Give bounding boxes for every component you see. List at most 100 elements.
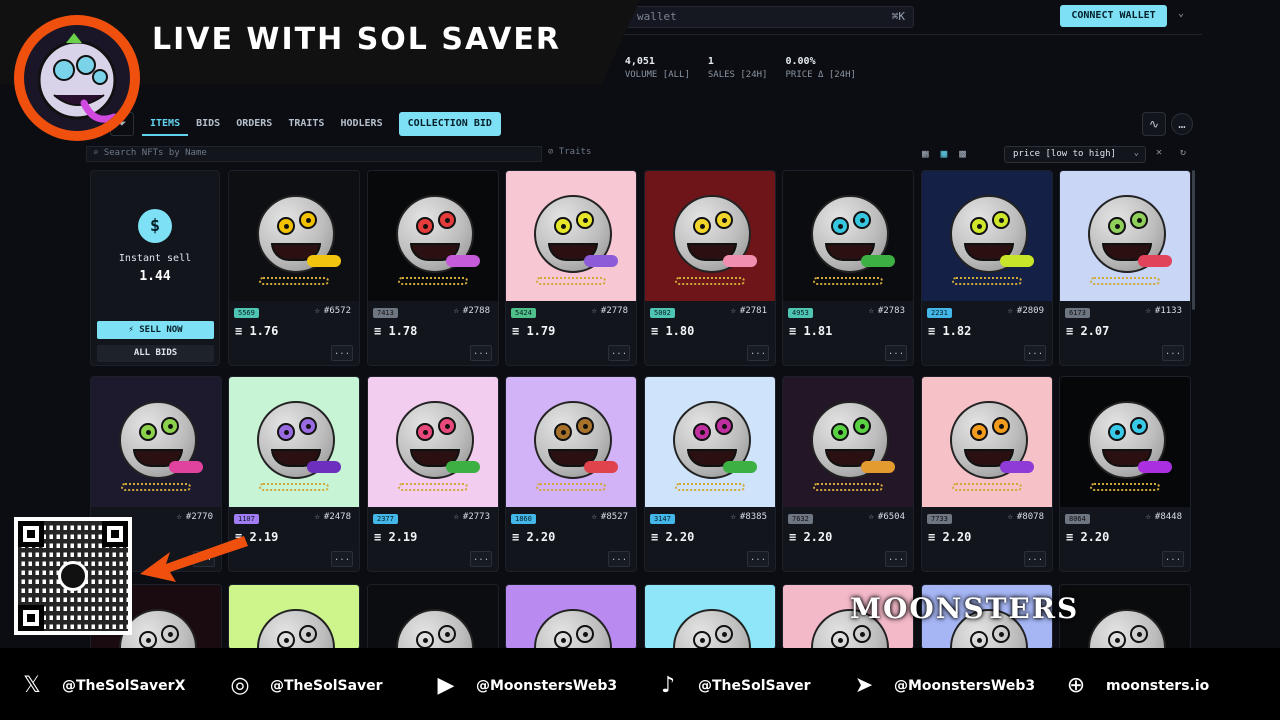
nft-card[interactable]: 5002 ☆ #2781 ≡ 1.80... xyxy=(644,170,776,366)
social-telegram[interactable]: ➤ @MoonstersWeb3 xyxy=(850,672,1035,700)
tab-hodlers[interactable]: HODLERS xyxy=(332,112,390,136)
nft-image[interactable] xyxy=(506,377,636,507)
nft-image[interactable] xyxy=(368,377,498,507)
social-tiktok[interactable]: ♪ @TheSolSaver xyxy=(654,672,811,700)
grid-medium-icon[interactable]: ▦ xyxy=(941,147,948,160)
nft-meta: 3147 ☆ #8385 xyxy=(645,512,775,526)
tab-items[interactable]: ITEMS xyxy=(142,112,189,136)
nft-image[interactable] xyxy=(922,377,1052,507)
rarity-badge: 2377 xyxy=(373,514,398,524)
nft-number: ☆ #2788 xyxy=(453,306,490,316)
nft-image[interactable] xyxy=(1060,377,1190,507)
scrollbar[interactable] xyxy=(1192,170,1195,310)
nft-image[interactable] xyxy=(783,377,913,507)
nft-card[interactable]: 1860 ☆ #8527 ≡ 2.20... xyxy=(505,376,637,572)
nft-card[interactable]: 6173 ☆ #1133 ≡ 2.07... xyxy=(1059,170,1191,366)
nft-card[interactable]: 8064 ☆ #8448 ≡ 2.20... xyxy=(1059,376,1191,572)
nft-image[interactable] xyxy=(922,171,1052,301)
star-icon[interactable]: ☆ xyxy=(868,512,873,522)
more-options-button[interactable]: ... xyxy=(331,345,353,361)
more-options-button[interactable]: ... xyxy=(885,551,907,567)
more-options-button[interactable]: ... xyxy=(608,551,630,567)
activity-icon[interactable]: ∿ xyxy=(1142,112,1166,136)
refresh-icon[interactable]: ↻ xyxy=(1180,147,1186,158)
clear-icon[interactable]: ✕ xyxy=(1156,147,1162,158)
more-options-button[interactable]: ... xyxy=(608,345,630,361)
more-options-button[interactable]: ... xyxy=(331,551,353,567)
nft-image[interactable] xyxy=(645,171,775,301)
nft-image[interactable] xyxy=(1060,585,1190,649)
star-icon[interactable]: ☆ xyxy=(591,306,596,316)
more-options-button[interactable]: ... xyxy=(885,345,907,361)
star-icon[interactable]: ☆ xyxy=(1145,306,1150,316)
more-options-button[interactable]: ... xyxy=(1162,551,1184,567)
nft-card[interactable]: 4953 ☆ #2783 ≡ 1.81... xyxy=(782,170,914,366)
nft-image[interactable] xyxy=(368,171,498,301)
more-options-button[interactable]: ... xyxy=(470,551,492,567)
sell-now-button[interactable]: ⚡ SELL NOW xyxy=(97,321,214,339)
star-icon[interactable]: ☆ xyxy=(314,512,319,522)
star-icon[interactable]: ☆ xyxy=(453,306,458,316)
nft-image[interactable] xyxy=(506,585,636,649)
star-icon[interactable]: ☆ xyxy=(1007,306,1012,316)
nft-image[interactable] xyxy=(645,377,775,507)
nft-price: ≡ 2.20 xyxy=(651,530,695,544)
social-website[interactable]: ⊕ moonsters.io xyxy=(1062,672,1210,700)
nft-image[interactable] xyxy=(645,585,775,649)
star-icon[interactable]: ☆ xyxy=(730,306,735,316)
nft-card[interactable] xyxy=(505,584,637,650)
star-icon[interactable]: ☆ xyxy=(1145,512,1150,522)
social-youtube[interactable]: ▶ @MoonstersWeb3 xyxy=(432,672,618,700)
star-icon[interactable]: ☆ xyxy=(1007,512,1012,522)
nft-card[interactable]: 7413 ☆ #2788 ≡ 1.78... xyxy=(367,170,499,366)
nft-card[interactable] xyxy=(367,584,499,650)
more-options-button[interactable]: ... xyxy=(1162,345,1184,361)
nft-image[interactable] xyxy=(229,585,359,649)
more-options-button[interactable]: ... xyxy=(1024,345,1046,361)
star-icon[interactable]: ☆ xyxy=(868,306,873,316)
nft-card[interactable]: 2377 ☆ #2773 ≡ 2.19... xyxy=(367,376,499,572)
tab-bids[interactable]: BIDS xyxy=(188,112,228,136)
star-icon[interactable]: ☆ xyxy=(176,512,181,522)
nft-card[interactable]: 5569 ☆ #6572 ≡ 1.76... xyxy=(228,170,360,366)
nft-card[interactable]: 3147 ☆ #8385 ≡ 2.20... xyxy=(644,376,776,572)
connect-wallet-button[interactable]: CONNECT WALLET xyxy=(1060,5,1167,27)
social-instagram[interactable]: ◎ @TheSolSaver xyxy=(226,672,382,700)
nft-search-input[interactable]: ⌕ Search NFTs by Name xyxy=(86,146,542,162)
nft-image[interactable] xyxy=(368,585,498,649)
nft-image[interactable] xyxy=(229,377,359,507)
grid-large-icon[interactable]: ▩ xyxy=(959,147,966,160)
nft-image[interactable] xyxy=(91,377,221,507)
chat-icon[interactable]: … xyxy=(1171,113,1193,135)
tab-orders[interactable]: ORDERS xyxy=(228,112,280,136)
nft-image[interactable] xyxy=(506,171,636,301)
more-options-button[interactable]: ... xyxy=(470,345,492,361)
nft-image[interactable] xyxy=(229,171,359,301)
collection-bid-button[interactable]: COLLECTION BID xyxy=(398,112,501,136)
arrow-icon xyxy=(140,536,248,582)
social-x[interactable]: 𝕏 @TheSolSaverX xyxy=(18,672,185,700)
nft-image[interactable] xyxy=(783,171,913,301)
all-bids-button[interactable]: ALL BIDS xyxy=(97,345,214,362)
more-options-button[interactable]: ... xyxy=(1024,551,1046,567)
sort-select[interactable]: price [low to high] ⌄ xyxy=(1004,146,1146,163)
nft-card[interactable]: 7632 ☆ #6504 ≡ 2.20... xyxy=(782,376,914,572)
nft-card[interactable] xyxy=(644,584,776,650)
nft-card[interactable]: 7733 ☆ #8078 ≡ 2.20... xyxy=(921,376,1053,572)
nft-card[interactable]: 5424 ☆ #2778 ≡ 1.79... xyxy=(505,170,637,366)
tab-traits[interactable]: TRAITS xyxy=(280,112,332,136)
nft-card[interactable] xyxy=(228,584,360,650)
traits-filter[interactable]: ⊘ Traits xyxy=(548,147,591,157)
more-options-button[interactable]: ... xyxy=(747,345,769,361)
star-icon[interactable]: ☆ xyxy=(730,512,735,522)
grid-small-icon[interactable]: ▦ xyxy=(922,147,929,160)
more-options-button[interactable]: ... xyxy=(747,551,769,567)
nft-card[interactable]: 2231 ☆ #2809 ≡ 1.82... xyxy=(921,170,1053,366)
nft-meta: 8064 ☆ #8448 xyxy=(1060,512,1190,526)
chevron-down-icon[interactable]: ⌄ xyxy=(1178,8,1184,19)
star-icon[interactable]: ☆ xyxy=(591,512,596,522)
star-icon[interactable]: ☆ xyxy=(453,512,458,522)
wallet-search-input[interactable]: wallet ⌘K xyxy=(626,6,914,28)
nft-image[interactable] xyxy=(1060,171,1190,301)
star-icon[interactable]: ☆ xyxy=(314,306,319,316)
